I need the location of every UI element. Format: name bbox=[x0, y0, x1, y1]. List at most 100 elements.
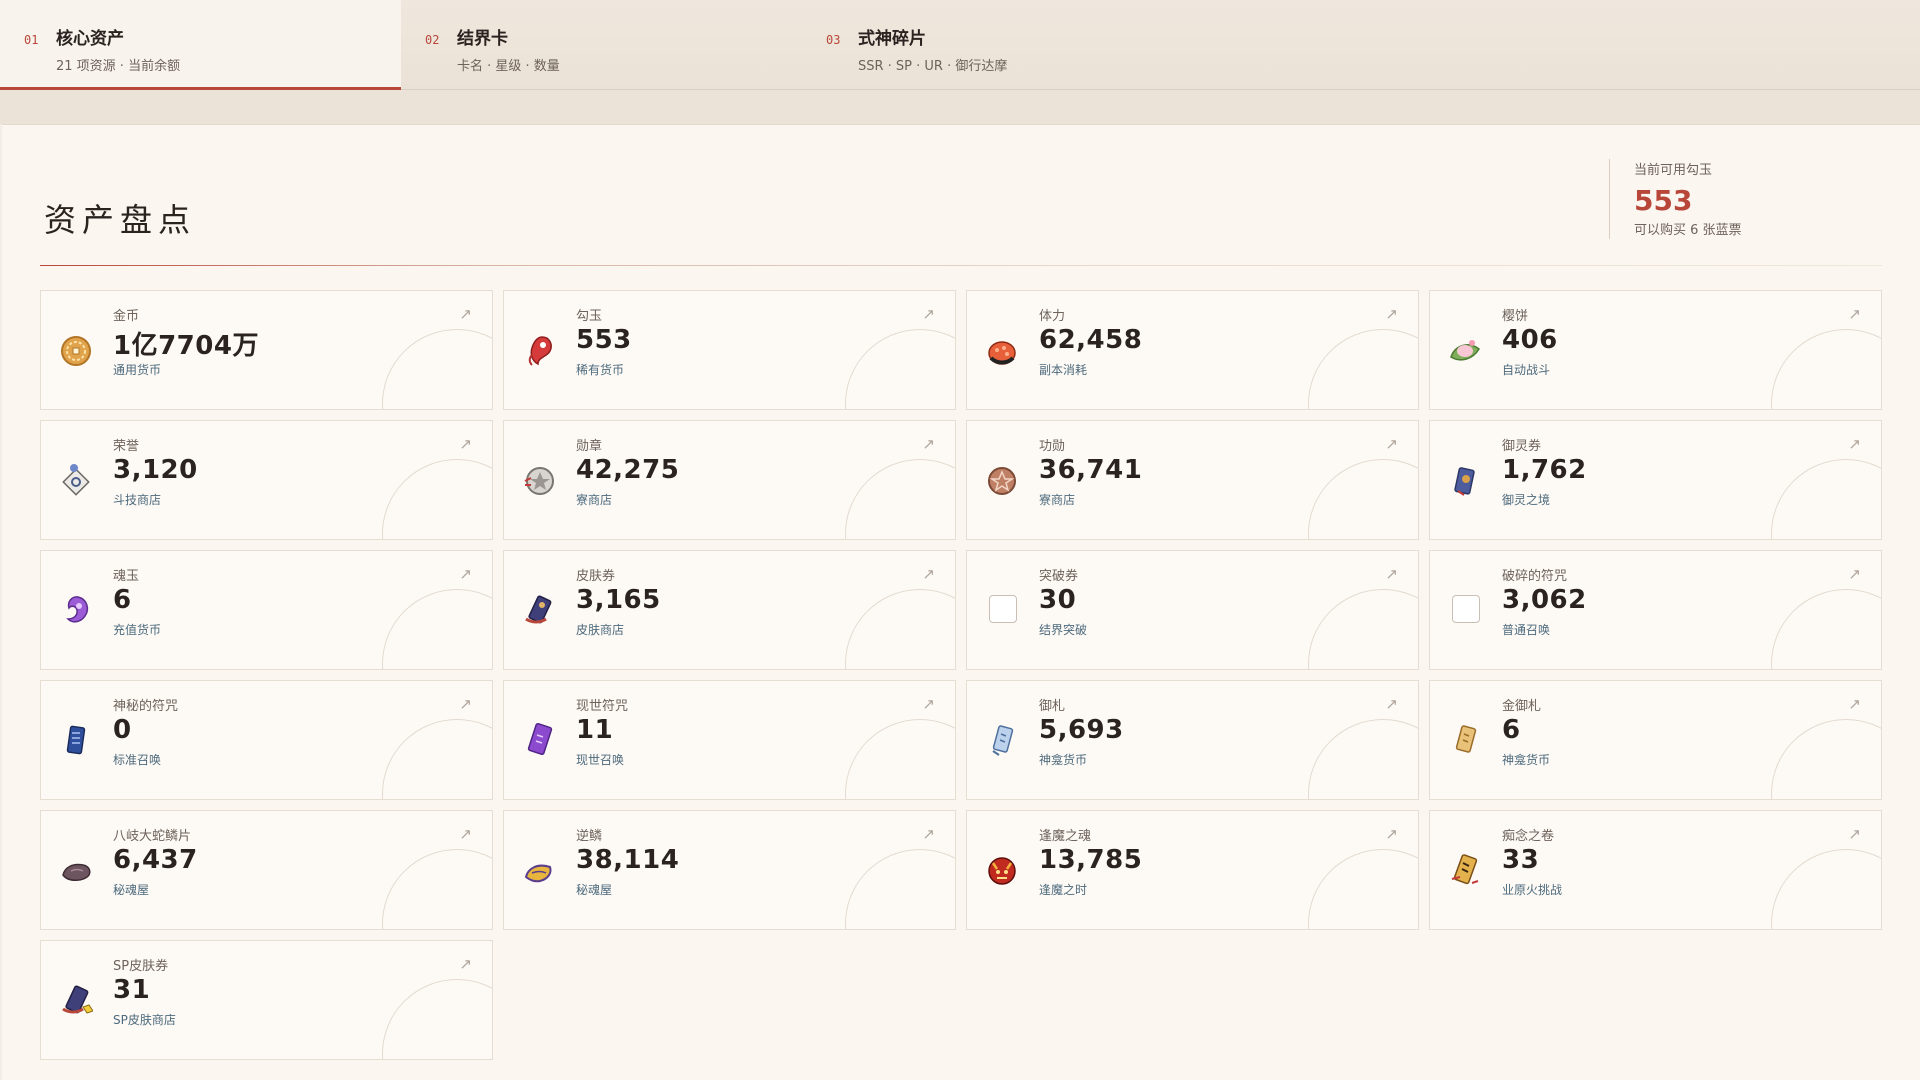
asset-name: 勾玉 bbox=[576, 309, 603, 324]
open-detail-arrow-icon[interactable]: ↗ bbox=[1385, 435, 1398, 453]
tab-subtitle: SSR · SP · UR · 御行达摩 bbox=[858, 59, 1008, 74]
asset-value: 5,693 bbox=[1039, 715, 1124, 745]
card-decoration-arc bbox=[1308, 719, 1418, 799]
open-detail-arrow-icon[interactable]: ↗ bbox=[922, 305, 935, 323]
tab-shikigami-shards[interactable]: 03 式神碎片 SSR · SP · UR · 御行达摩 bbox=[802, 0, 1203, 90]
tab-core-assets[interactable]: 01 核心资产 21 项资源 · 当前余额 bbox=[0, 0, 401, 90]
asset-value: 62,458 bbox=[1039, 325, 1143, 355]
open-detail-arrow-icon[interactable]: ↗ bbox=[922, 435, 935, 453]
card-decoration-arc bbox=[845, 589, 955, 669]
gold-coin-icon bbox=[59, 331, 93, 369]
asset-usage-tag: 秘魂屋 bbox=[576, 883, 613, 897]
asset-name: 金币 bbox=[113, 309, 140, 324]
asset-usage-tag: 副本消耗 bbox=[1039, 363, 1088, 377]
asset-value: 0 bbox=[113, 715, 132, 745]
asset-value: 38,114 bbox=[576, 845, 680, 875]
asset-card[interactable]: ↗ 御灵券 1,762 御灵之境 bbox=[1429, 420, 1882, 540]
asset-card[interactable]: ↗ 功勋 36,741 寮商店 bbox=[966, 420, 1419, 540]
tab-bar-spacer bbox=[1203, 0, 1920, 89]
asset-name: 破碎的符咒 bbox=[1502, 569, 1568, 584]
card-decoration-arc bbox=[1771, 589, 1881, 669]
asset-name: SP皮肤券 bbox=[113, 959, 169, 974]
asset-usage-tag: 寮商店 bbox=[576, 493, 613, 507]
open-detail-arrow-icon[interactable]: ↗ bbox=[1848, 565, 1861, 583]
asset-card[interactable]: ↗ 金御札 6 神龛货币 bbox=[1429, 680, 1882, 800]
open-detail-arrow-icon[interactable]: ↗ bbox=[1848, 695, 1861, 713]
summary-label: 当前可用勾玉 bbox=[1634, 163, 1713, 178]
tab-subtitle: 21 项资源 · 当前余额 bbox=[56, 59, 181, 74]
asset-card[interactable]: ↗ 现世符咒 11 现世召唤 bbox=[503, 680, 956, 800]
asset-name: 樱饼 bbox=[1502, 309, 1529, 324]
asset-card[interactable]: ↗ 勋章 42,275 寮商店 bbox=[503, 420, 956, 540]
asset-name: 御灵券 bbox=[1502, 439, 1542, 454]
open-detail-arrow-icon[interactable]: ↗ bbox=[1385, 695, 1398, 713]
summary-note: 可以购买 6 张蓝票 bbox=[1634, 223, 1742, 238]
open-detail-arrow-icon[interactable]: ↗ bbox=[1848, 435, 1861, 453]
card-decoration-arc bbox=[845, 459, 955, 539]
asset-usage-tag: 通用货币 bbox=[113, 363, 162, 377]
open-detail-arrow-icon[interactable]: ↗ bbox=[459, 305, 472, 323]
asset-card[interactable]: ↗ 魂玉 6 充值货币 bbox=[40, 550, 493, 670]
open-detail-arrow-icon[interactable]: ↗ bbox=[459, 565, 472, 583]
heading-divider bbox=[40, 265, 1882, 266]
asset-usage-tag: 御灵之境 bbox=[1502, 493, 1551, 507]
tab-title: 核心资产 bbox=[56, 29, 124, 49]
open-detail-arrow-icon[interactable]: ↗ bbox=[1385, 565, 1398, 583]
asset-card[interactable]: ↗ 体力 62,458 副本消耗 bbox=[966, 290, 1419, 410]
open-detail-arrow-icon[interactable]: ↗ bbox=[1385, 825, 1398, 843]
asset-card[interactable]: ↗ 勾玉 553 稀有货币 bbox=[503, 290, 956, 410]
asset-card[interactable]: ↗ 皮肤券 3,165 皮肤商店 bbox=[503, 550, 956, 670]
tab-barrier-cards[interactable]: 02 结界卡 卡名 · 星级 · 数量 bbox=[401, 0, 802, 90]
open-detail-arrow-icon[interactable]: ↗ bbox=[1385, 305, 1398, 323]
asset-card[interactable]: ↗ 破碎的符咒 3,062 普通召唤 bbox=[1429, 550, 1882, 670]
asset-name: 御札 bbox=[1039, 699, 1066, 714]
asset-value: 33 bbox=[1502, 845, 1540, 875]
asset-card[interactable]: ↗ 八岐大蛇鳞片 6,437 秘魂屋 bbox=[40, 810, 493, 930]
asset-card[interactable]: ↗ 痴念之卷 33 业原火挑战 bbox=[1429, 810, 1882, 930]
asset-card[interactable]: ↗ 逢魔之魂 13,785 逢魔之时 bbox=[966, 810, 1419, 930]
open-detail-arrow-icon[interactable]: ↗ bbox=[922, 565, 935, 583]
card-decoration-arc bbox=[1308, 459, 1418, 539]
tab-title: 式神碎片 bbox=[858, 29, 926, 49]
open-detail-arrow-icon[interactable]: ↗ bbox=[459, 955, 472, 973]
asset-value: 1亿7704万 bbox=[113, 331, 259, 361]
asset-usage-tag: 结界突破 bbox=[1039, 623, 1088, 637]
asset-usage-tag: 充值货币 bbox=[113, 623, 162, 637]
magatama-icon bbox=[522, 331, 556, 369]
asset-card[interactable]: ↗ 金币 1亿7704万通用货币 bbox=[40, 290, 493, 410]
asset-name: 魂玉 bbox=[113, 569, 140, 584]
asset-panel: 资产盘点 当前可用勾玉 553 可以购买 6 张蓝票 ↗ 金币 1亿7704万 通用货… bbox=[2, 124, 1920, 1080]
summary-value: 553 bbox=[1634, 184, 1693, 217]
asset-name: 八岐大蛇鳞片 bbox=[113, 829, 192, 844]
open-detail-arrow-icon[interactable]: ↗ bbox=[1848, 305, 1861, 323]
orochi-scale-icon bbox=[59, 851, 93, 889]
asset-card[interactable]: ↗ 樱饼 406 自动战斗 bbox=[1429, 290, 1882, 410]
asset-usage-tag: 稀有货币 bbox=[576, 363, 625, 377]
reverse-scale-icon bbox=[522, 851, 556, 889]
asset-card[interactable]: ↗ 突破券 30 结界突破 bbox=[966, 550, 1419, 670]
open-detail-arrow-icon[interactable]: ↗ bbox=[922, 825, 935, 843]
asset-usage-tag: 神龛货币 bbox=[1039, 753, 1088, 767]
asset-card[interactable]: ↗ 逆鳞 38,114 秘魂屋 bbox=[503, 810, 956, 930]
asset-card[interactable]: ↗ SP皮肤券 31 SP皮肤商店 bbox=[40, 940, 493, 1060]
spirit-ticket-icon bbox=[1448, 461, 1482, 499]
open-detail-arrow-icon[interactable]: ↗ bbox=[922, 695, 935, 713]
open-detail-arrow-icon[interactable]: ↗ bbox=[459, 695, 472, 713]
card-decoration-arc bbox=[1308, 329, 1418, 409]
tab-subtitle: 卡名 · 星级 · 数量 bbox=[457, 59, 560, 74]
asset-card[interactable]: ↗ 御札 5,693 神龛货币 bbox=[966, 680, 1419, 800]
asset-card[interactable]: ↗ 神秘的符咒 0 标准召唤 bbox=[40, 680, 493, 800]
ofuda-icon bbox=[985, 721, 1019, 759]
asset-name: 神秘的符咒 bbox=[113, 699, 179, 714]
asset-name: 金御札 bbox=[1502, 699, 1542, 714]
asset-name: 痴念之卷 bbox=[1502, 829, 1555, 844]
open-detail-arrow-icon[interactable]: ↗ bbox=[459, 435, 472, 453]
asset-name: 体力 bbox=[1039, 309, 1066, 324]
skin-ticket-icon bbox=[522, 591, 556, 629]
card-decoration-arc bbox=[1308, 849, 1418, 929]
open-detail-arrow-icon[interactable]: ↗ bbox=[459, 825, 472, 843]
open-detail-arrow-icon[interactable]: ↗ bbox=[1848, 825, 1861, 843]
asset-card[interactable]: ↗ 荣誉 3,120 斗技商店 bbox=[40, 420, 493, 540]
asset-value: 3,165 bbox=[576, 585, 661, 615]
card-decoration-arc bbox=[382, 979, 492, 1059]
